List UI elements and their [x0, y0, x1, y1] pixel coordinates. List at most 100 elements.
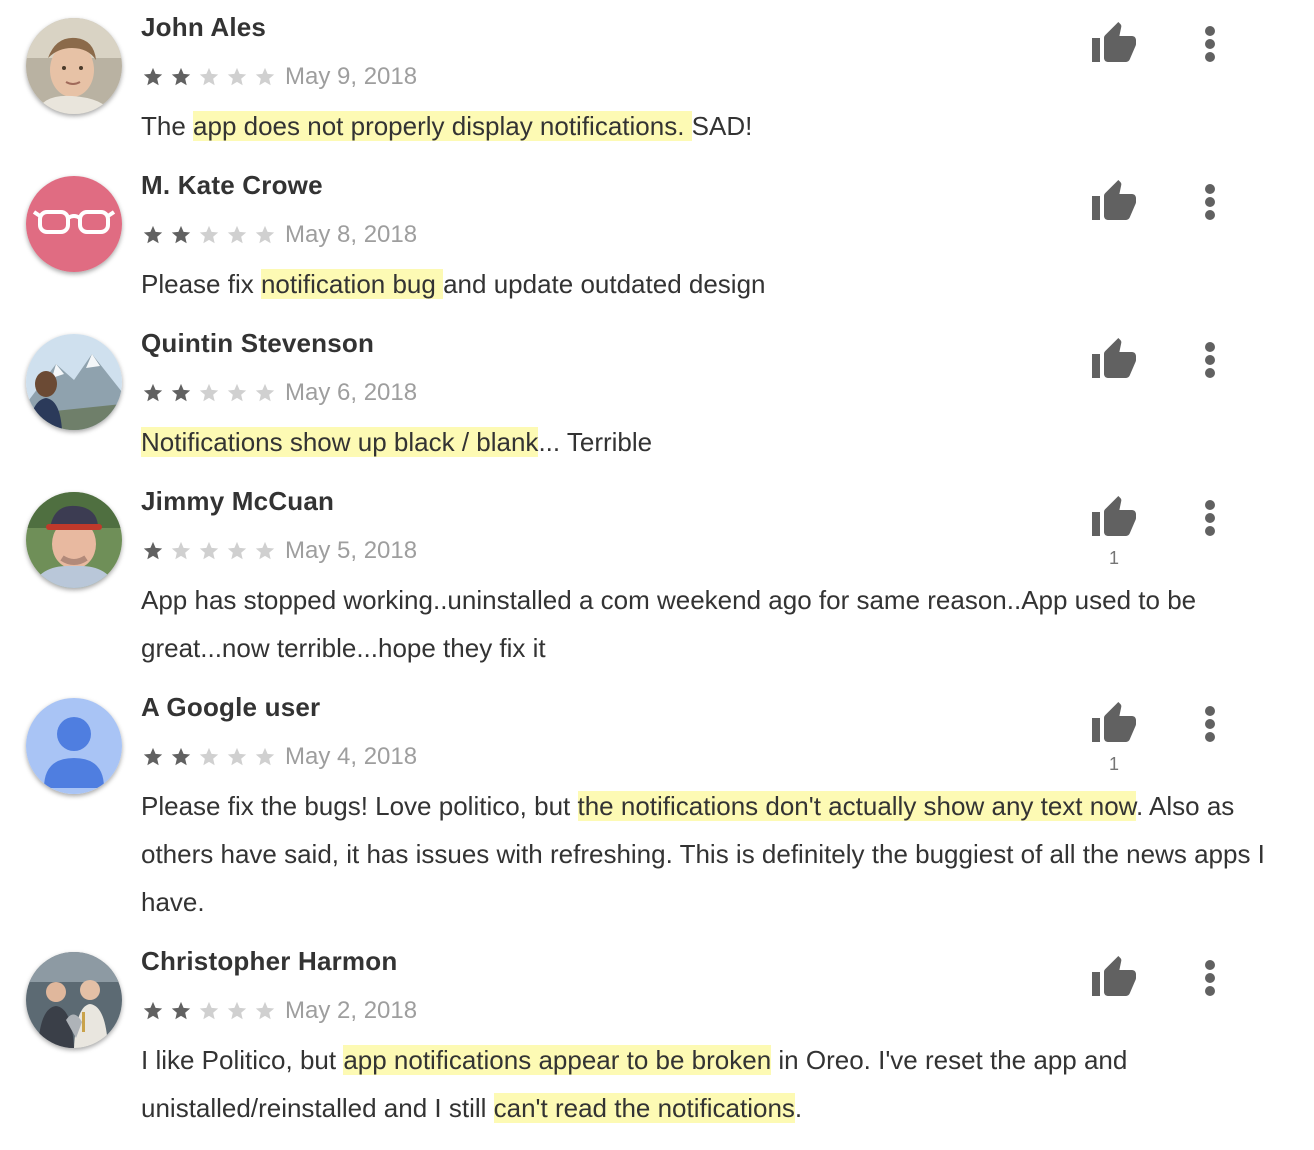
review-date: May 8, 2018 — [285, 221, 418, 248]
star-rating — [142, 66, 282, 88]
more-vert-icon[interactable] — [1196, 178, 1224, 226]
review-text: Please fix the bugs! Love politico, but … — [141, 782, 1271, 926]
review-author: M. Kate Crowe — [141, 170, 323, 200]
review-author: Christopher Harmon — [141, 946, 398, 976]
star-rating — [142, 1000, 282, 1022]
text-segment: Please fix — [141, 269, 261, 299]
star-empty-icon — [226, 1000, 248, 1022]
review-text: I like Politico, but app notifications a… — [141, 1036, 1271, 1132]
review-author: John Ales — [141, 12, 267, 42]
avatar[interactable] — [26, 334, 122, 430]
highlighted-text: app notifications appear to be broken — [343, 1045, 772, 1075]
thumb-up-icon[interactable] — [1090, 700, 1138, 748]
menu-dot — [1205, 184, 1215, 194]
more-vert-icon[interactable] — [1196, 954, 1224, 1002]
review-author: Jimmy McCuan — [141, 486, 335, 516]
avatar[interactable] — [26, 18, 122, 114]
review-date: May 9, 2018 — [285, 63, 418, 90]
star-empty-icon — [254, 66, 276, 88]
star-filled-icon — [170, 382, 192, 404]
menu-dot — [1205, 342, 1215, 352]
more-vert-icon[interactable] — [1196, 20, 1224, 68]
thumb-up-icon[interactable] — [1090, 494, 1138, 542]
menu-dot — [1205, 39, 1215, 49]
review-rating-row: May 5, 2018 — [142, 536, 417, 566]
star-empty-icon — [198, 1000, 220, 1022]
star-empty-icon — [198, 382, 220, 404]
menu-dot — [1205, 210, 1215, 220]
star-filled-icon — [170, 66, 192, 88]
review-date: May 6, 2018 — [285, 379, 418, 406]
star-empty-icon — [226, 224, 248, 246]
highlighted-text: can't read the notifications — [493, 1093, 795, 1123]
text-segment: . — [794, 1093, 803, 1123]
star-empty-icon — [254, 382, 276, 404]
highlighted-text: Notifications show up black / blank — [141, 427, 539, 457]
star-filled-icon — [142, 1000, 164, 1022]
review-date: May 5, 2018 — [285, 537, 418, 564]
thumb-up-icon[interactable] — [1090, 178, 1138, 226]
review-date: May 2, 2018 — [285, 997, 418, 1024]
avatar[interactable] — [26, 698, 122, 794]
review-rating-row: May 9, 2018 — [142, 62, 417, 92]
star-filled-icon — [142, 746, 164, 768]
star-empty-icon — [226, 382, 248, 404]
star-filled-icon — [142, 224, 164, 246]
helpful-count: 1 — [1108, 754, 1119, 774]
avatar[interactable] — [26, 176, 122, 272]
star-empty-icon — [198, 540, 220, 562]
star-filled-icon — [142, 540, 164, 562]
review-text: The app does not properly display notifi… — [141, 102, 1271, 150]
menu-dot — [1205, 355, 1215, 365]
star-filled-icon — [142, 382, 164, 404]
star-empty-icon — [254, 1000, 276, 1022]
menu-dot — [1205, 973, 1215, 983]
star-rating — [142, 382, 282, 404]
star-rating — [142, 540, 282, 562]
review-author: A Google user — [141, 692, 321, 722]
text-segment: I like Politico, but — [141, 1045, 344, 1075]
text-segment: and update outdated design — [443, 269, 766, 299]
star-empty-icon — [254, 224, 276, 246]
menu-dot — [1205, 197, 1215, 207]
review-text: App has stopped working..uninstalled a c… — [141, 576, 1271, 672]
review-rating-row: May 2, 2018 — [142, 996, 417, 1026]
menu-dot — [1205, 500, 1215, 510]
star-rating — [142, 224, 282, 246]
avatar[interactable] — [26, 492, 122, 588]
star-filled-icon — [170, 1000, 192, 1022]
more-vert-icon[interactable] — [1196, 700, 1224, 748]
more-vert-icon[interactable] — [1196, 494, 1224, 542]
menu-dot — [1205, 52, 1215, 62]
menu-dot — [1205, 732, 1215, 742]
highlighted-text: notification bug — [260, 269, 444, 299]
text-segment: SAD! — [691, 111, 753, 141]
star-empty-icon — [226, 66, 248, 88]
text-segment: ... Terrible — [538, 427, 653, 457]
menu-dot — [1205, 368, 1215, 378]
thumb-up-icon[interactable] — [1090, 336, 1138, 384]
review-author: Quintin Stevenson — [141, 328, 375, 358]
star-empty-icon — [226, 540, 248, 562]
menu-dot — [1205, 986, 1215, 996]
review-text: Notifications show up black / blank... T… — [141, 418, 1271, 466]
thumb-up-icon[interactable] — [1090, 20, 1138, 68]
menu-dot — [1205, 706, 1215, 716]
highlighted-text: the notifications don't actually show an… — [577, 791, 1137, 821]
menu-dot — [1205, 719, 1215, 729]
review-text: Please fix notification bug and update o… — [141, 260, 1271, 308]
star-rating — [142, 746, 282, 768]
avatar[interactable] — [26, 952, 122, 1048]
menu-dot — [1205, 960, 1215, 970]
star-empty-icon — [254, 540, 276, 562]
highlighted-text: app does not properly display notificati… — [193, 111, 692, 141]
star-filled-icon — [170, 746, 192, 768]
menu-dot — [1205, 26, 1215, 36]
review-rating-row: May 4, 2018 — [142, 742, 417, 772]
menu-dot — [1205, 513, 1215, 523]
star-empty-icon — [254, 746, 276, 768]
thumb-up-icon[interactable] — [1090, 954, 1138, 1002]
menu-dot — [1205, 526, 1215, 536]
more-vert-icon[interactable] — [1196, 336, 1224, 384]
star-empty-icon — [226, 746, 248, 768]
